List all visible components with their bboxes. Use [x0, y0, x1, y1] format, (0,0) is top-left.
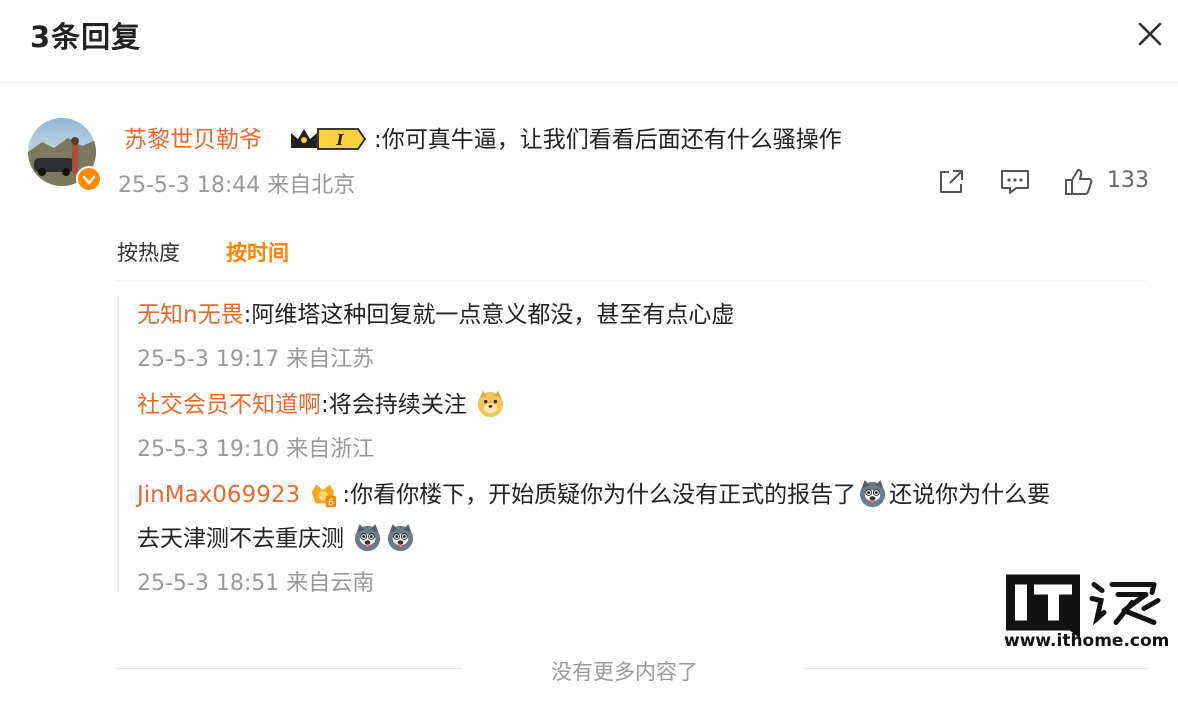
husky-emoji-icon [388, 523, 414, 552]
husky-emoji-icon [860, 479, 886, 508]
tab-sort-by-hot[interactable]: 按热度 [117, 237, 180, 267]
reply-item-continued: 去天津测不去重庆测 [137, 519, 417, 553]
husky-emoji-icon [355, 523, 381, 552]
svg-text:6: 6 [328, 497, 334, 508]
reply-text: :你看你楼下，开始质疑你为什么没有正式的报告了 [342, 482, 857, 508]
avatar[interactable] [28, 118, 102, 192]
watermark-url: www.ithome.com [1004, 631, 1170, 651]
like-count: 133 [1107, 168, 1149, 193]
page-title: 3条回复 [30, 20, 142, 54]
footer-divider-left [116, 668, 462, 669]
vip-level-text: I [335, 131, 344, 149]
reply-text: 去天津测不去重庆测 [137, 526, 344, 552]
divider [116, 280, 1146, 281]
reply-username[interactable]: 社交会员不知道啊 [137, 392, 321, 418]
no-more-content-text: 没有更多内容了 [551, 660, 698, 684]
vip-crown-badge-icon: I [291, 128, 366, 150]
header: 3条回复 [0, 0, 1178, 83]
share-icon[interactable] [935, 166, 967, 198]
fan-level-badge-icon: 6 [312, 484, 337, 508]
like-icon[interactable] [1063, 166, 1095, 198]
main-comment-username[interactable]: 苏黎世贝勒爷 [124, 120, 262, 154]
doge-emoji-icon [477, 390, 504, 418]
reply-meta: 25-5-3 18:51 来自云南 [137, 571, 375, 596]
reply-username[interactable]: JinMax069923 [137, 482, 300, 508]
main-comment-meta: 25-5-3 18:44 来自北京 [118, 173, 356, 198]
reply-item: 无知n无畏:阿维塔这种回复就一点意义都没，甚至有点心虚 [137, 295, 734, 329]
comment-icon[interactable] [999, 166, 1031, 198]
verified-badge-icon [76, 166, 102, 192]
replies-thread-line [117, 296, 119, 592]
reply-username[interactable]: 无知n无畏 [137, 302, 244, 328]
main-comment-text: :你可真牛逼，让我们看看后面还有什么骚操作 [374, 127, 842, 153]
reply-item: JinMax069923 6 :你看你楼下，开始质疑你为什么没有正式的报告了 还… [137, 475, 1050, 509]
close-icon[interactable] [1132, 16, 1168, 52]
tab-sort-by-time[interactable]: 按时间 [226, 237, 289, 267]
reply-meta: 25-5-3 19:10 来自浙江 [137, 437, 375, 462]
reply-meta: 25-5-3 19:17 来自江苏 [137, 347, 375, 372]
footer-divider-right [804, 668, 1148, 669]
reply-item: 社交会员不知道啊:将会持续关注 [137, 385, 507, 419]
reply-text: :阿维塔这种回复就一点意义都没，甚至有点心虚 [243, 302, 735, 328]
reply-text: 还说你为什么要 [889, 482, 1051, 508]
reply-text: :将会持续关注 [321, 392, 467, 418]
